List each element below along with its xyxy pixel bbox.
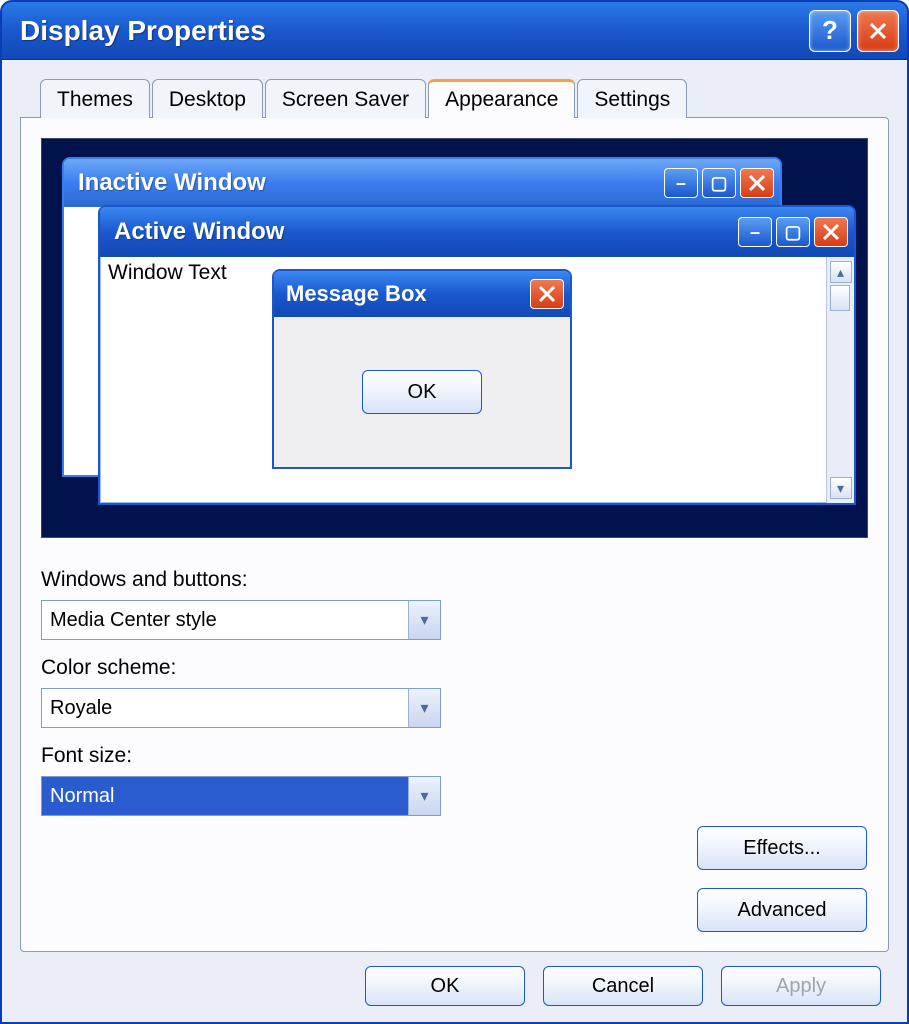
- cancel-button[interactable]: Cancel: [543, 966, 703, 1006]
- appearance-preview: Inactive Window – ▢ Active Window: [41, 138, 868, 538]
- advanced-button[interactable]: Advanced: [697, 888, 867, 932]
- effects-button[interactable]: Effects...: [697, 826, 867, 870]
- ok-button[interactable]: OK: [365, 966, 525, 1006]
- active-window-title: Active Window: [114, 218, 738, 246]
- inactive-window-title: Inactive Window: [78, 169, 664, 197]
- preview-message-box: Message Box OK: [272, 269, 572, 469]
- dialog-body: Themes Desktop Screen Saver Appearance S…: [2, 60, 907, 1022]
- windows-buttons-label: Windows and buttons:: [41, 568, 868, 592]
- scrollbar: ▴ ▾: [826, 257, 854, 503]
- color-scheme-value: Royale: [42, 697, 408, 720]
- close-button[interactable]: [857, 10, 899, 52]
- chevron-down-icon[interactable]: [408, 689, 440, 727]
- tab-desktop[interactable]: Desktop: [152, 79, 263, 118]
- close-icon: [868, 21, 888, 41]
- windows-buttons-value: Media Center style: [42, 609, 408, 632]
- message-box-ok-button: OK: [362, 370, 482, 414]
- message-box-title: Message Box: [286, 281, 530, 307]
- font-size-value: Normal: [42, 785, 408, 808]
- apply-button[interactable]: Apply: [721, 966, 881, 1006]
- dialog-titlebar: Display Properties ?: [2, 2, 907, 60]
- close-icon: [530, 279, 564, 309]
- minimize-icon: –: [738, 217, 772, 247]
- help-button[interactable]: ?: [809, 10, 851, 52]
- font-size-label: Font size:: [41, 744, 868, 768]
- inactive-window-titlebar: Inactive Window – ▢: [64, 159, 780, 207]
- tab-appearance[interactable]: Appearance: [428, 79, 575, 118]
- maximize-icon: ▢: [702, 168, 736, 198]
- dialog-title: Display Properties: [20, 15, 809, 47]
- maximize-icon: ▢: [776, 217, 810, 247]
- color-scheme-combo[interactable]: Royale: [41, 688, 441, 728]
- close-icon: [814, 217, 848, 247]
- dialog-button-row: OK Cancel Apply: [20, 952, 889, 1012]
- tabs-row: Themes Desktop Screen Saver Appearance S…: [20, 78, 889, 117]
- chevron-down-icon[interactable]: [408, 601, 440, 639]
- tab-themes[interactable]: Themes: [40, 79, 150, 118]
- message-box-titlebar: Message Box: [274, 271, 570, 317]
- scroll-thumb: [830, 285, 850, 311]
- windows-buttons-combo[interactable]: Media Center style: [41, 600, 441, 640]
- tab-screen-saver[interactable]: Screen Saver: [265, 79, 426, 118]
- color-scheme-label: Color scheme:: [41, 656, 868, 680]
- minimize-icon: –: [664, 168, 698, 198]
- tab-settings[interactable]: Settings: [577, 79, 687, 118]
- font-size-combo[interactable]: Normal: [41, 776, 441, 816]
- display-properties-dialog: Display Properties ? Themes Desktop Scre…: [0, 0, 909, 1024]
- close-icon: [740, 168, 774, 198]
- scroll-up-icon: ▴: [830, 261, 852, 283]
- scroll-down-icon: ▾: [830, 477, 852, 499]
- active-window-titlebar: Active Window – ▢: [100, 207, 854, 257]
- chevron-down-icon[interactable]: [408, 777, 440, 815]
- appearance-form: Windows and buttons: Media Center style …: [41, 560, 868, 816]
- appearance-tab-content: Inactive Window – ▢ Active Window: [20, 117, 889, 952]
